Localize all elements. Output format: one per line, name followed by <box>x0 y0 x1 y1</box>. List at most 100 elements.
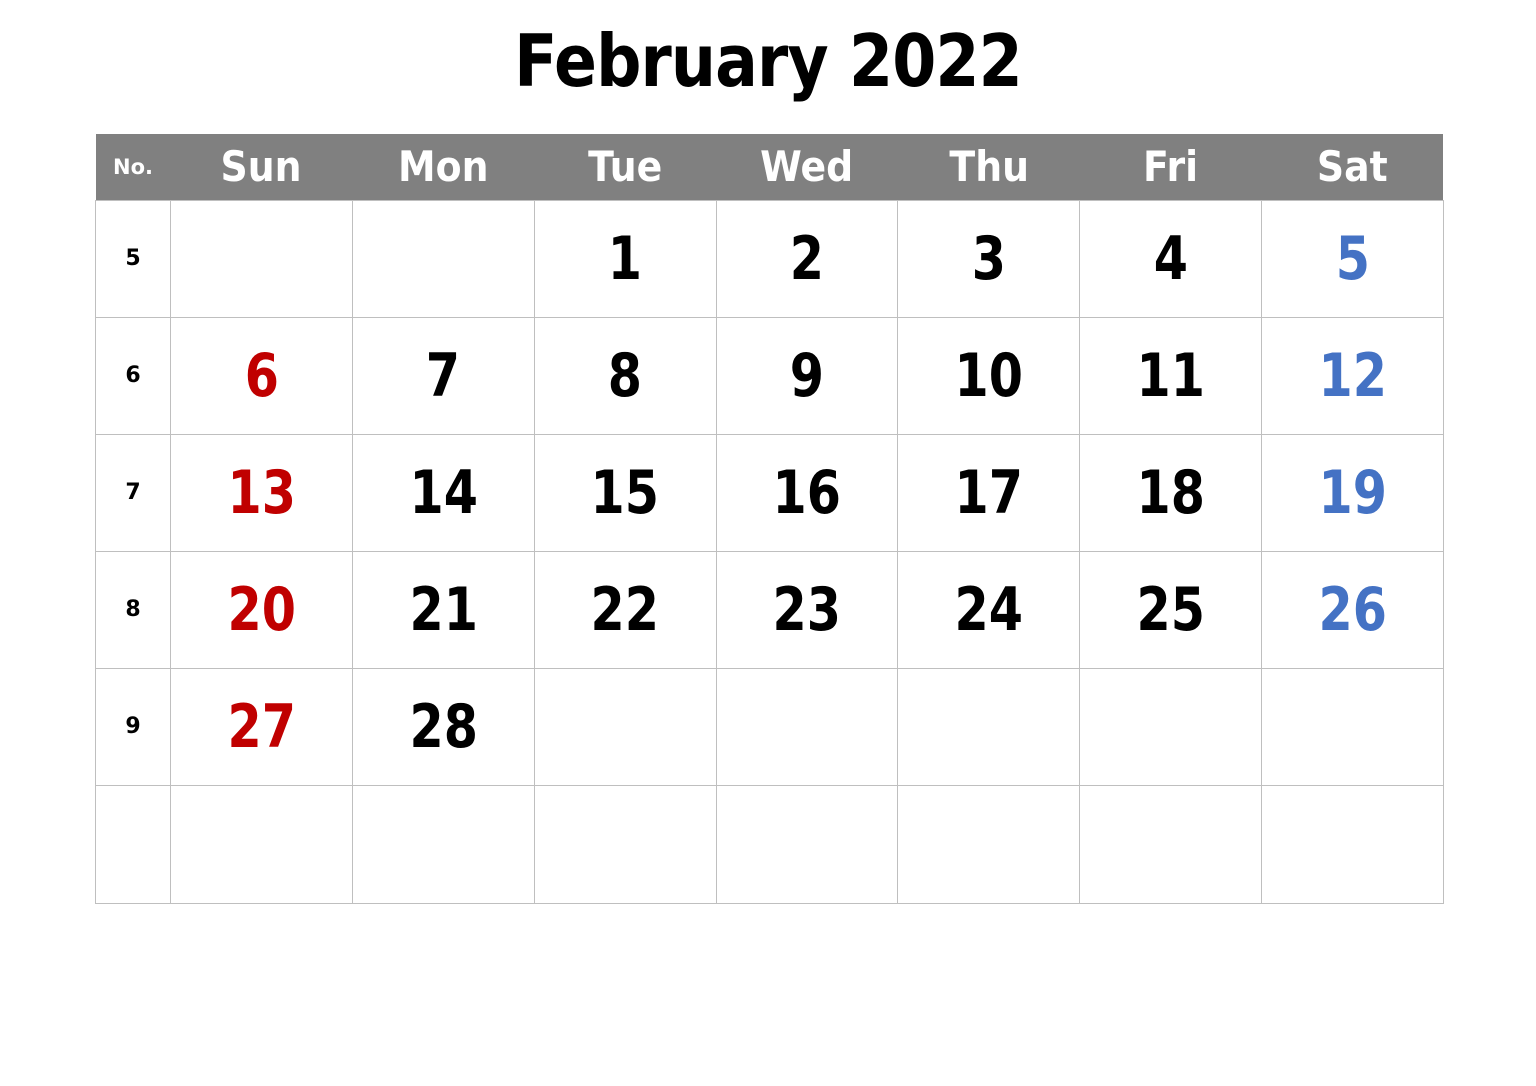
weekday-label-thu: Thu <box>948 142 1029 191</box>
date-cell[interactable]: 5 <box>1261 200 1444 318</box>
date-number: 10 <box>954 341 1024 411</box>
calendar-week-row <box>95 785 1444 904</box>
weekday-header-mon: Mon <box>352 134 535 201</box>
date-cell[interactable]: 8 <box>533 317 717 435</box>
weekday-header-thu: Thu <box>897 134 1080 201</box>
date-cell[interactable]: 22 <box>533 551 717 669</box>
date-cell[interactable]: 17 <box>897 434 1081 552</box>
date-cell[interactable] <box>1261 668 1444 786</box>
date-cell[interactable]: 21 <box>351 551 535 669</box>
calendar-page: February 2022 No. Sun Mon Tue Wed Thu Fr… <box>0 0 1536 1086</box>
date-cell[interactable] <box>170 200 353 318</box>
date-cell[interactable]: 25 <box>1079 551 1263 669</box>
date-cell[interactable]: 13 <box>170 434 353 552</box>
calendar-body: 5 1 2 3 4 5 6 6 7 8 9 10 11 12 7 13 14 1… <box>95 200 1444 904</box>
date-cell[interactable]: 19 <box>1261 434 1444 552</box>
calendar-week-row: 6 6 7 8 9 10 11 12 <box>95 317 1444 435</box>
date-cell[interactable]: 3 <box>897 200 1081 318</box>
calendar-table-container: No. Sun Mon Tue Wed Thu Fri Sat 5 1 2 3 … <box>95 134 1444 904</box>
date-cell[interactable] <box>533 668 717 786</box>
date-cell[interactable]: 12 <box>1261 317 1444 435</box>
date-number: 27 <box>227 692 296 762</box>
date-number: 9 <box>789 341 825 411</box>
week-number-cell <box>95 785 171 904</box>
calendar-table: No. Sun Mon Tue Wed Thu Fri Sat 5 1 2 3 … <box>95 134 1444 904</box>
date-cell[interactable]: 16 <box>715 434 899 552</box>
date-number: 5 <box>1335 224 1370 294</box>
week-number-cell: 9 <box>95 668 171 786</box>
date-cell[interactable] <box>351 785 535 904</box>
date-cell[interactable]: 4 <box>1079 200 1263 318</box>
date-cell[interactable]: 23 <box>715 551 899 669</box>
date-cell[interactable]: 28 <box>351 668 535 786</box>
date-number: 17 <box>954 458 1024 528</box>
date-cell[interactable]: 10 <box>897 317 1081 435</box>
date-cell[interactable]: 11 <box>1079 317 1263 435</box>
date-cell[interactable] <box>715 785 899 904</box>
date-number: 25 <box>1136 575 1205 645</box>
date-number: 19 <box>1318 458 1387 528</box>
date-number: 23 <box>772 575 842 645</box>
date-number: 15 <box>590 458 660 528</box>
weekday-label-fri: Fri <box>1143 142 1199 191</box>
date-cell[interactable]: 9 <box>715 317 899 435</box>
weekday-label-sat: Sat <box>1317 142 1388 191</box>
date-number: 24 <box>954 575 1024 645</box>
weekday-label-mon: Mon <box>398 142 489 191</box>
date-number: 12 <box>1318 341 1387 411</box>
date-cell[interactable] <box>1261 785 1444 904</box>
weekday-label-sun: Sun <box>220 142 302 191</box>
date-cell[interactable]: 15 <box>533 434 717 552</box>
date-cell[interactable]: 6 <box>170 317 353 435</box>
weekday-label-wed: Wed <box>760 142 854 191</box>
calendar-week-row: 9 27 28 <box>95 668 1444 786</box>
date-number: 11 <box>1136 341 1205 411</box>
date-number: 1 <box>607 224 643 294</box>
calendar-week-row: 7 13 14 15 16 17 18 19 <box>95 434 1444 552</box>
date-number: 20 <box>227 575 296 645</box>
calendar-week-row: 8 20 21 22 23 24 25 26 <box>95 551 1444 669</box>
weekday-header-wed: Wed <box>716 134 898 201</box>
weekday-header-sun: Sun <box>170 134 353 201</box>
week-number-header: No. <box>95 134 171 201</box>
date-number: 6 <box>244 341 279 411</box>
date-cell[interactable]: 18 <box>1079 434 1263 552</box>
date-cell[interactable]: 1 <box>533 200 717 318</box>
date-number: 26 <box>1318 575 1387 645</box>
weekday-header-sat: Sat <box>1261 134 1444 201</box>
date-number: 21 <box>409 575 478 645</box>
date-cell[interactable]: 24 <box>897 551 1081 669</box>
date-number: 16 <box>772 458 842 528</box>
date-number: 7 <box>426 341 461 411</box>
week-number-cell: 7 <box>95 434 171 552</box>
date-cell[interactable] <box>351 200 535 318</box>
date-cell[interactable] <box>1079 668 1263 786</box>
weekday-header-fri: Fri <box>1079 134 1262 201</box>
date-number: 14 <box>409 458 478 528</box>
date-cell[interactable] <box>533 785 717 904</box>
weekday-label-tue: Tue <box>588 142 663 191</box>
date-cell[interactable] <box>715 668 899 786</box>
date-cell[interactable] <box>897 785 1081 904</box>
date-cell[interactable]: 20 <box>170 551 353 669</box>
weekday-header-row: No. Sun Mon Tue Wed Thu Fri Sat <box>95 134 1444 201</box>
calendar-header: No. Sun Mon Tue Wed Thu Fri Sat <box>95 134 1444 201</box>
date-number: 8 <box>607 341 643 411</box>
date-cell[interactable]: 2 <box>715 200 899 318</box>
date-cell[interactable] <box>170 785 353 904</box>
date-cell[interactable] <box>1079 785 1263 904</box>
calendar-week-row: 5 1 2 3 4 5 <box>95 200 1444 318</box>
date-number: 18 <box>1136 458 1205 528</box>
date-number: 13 <box>227 458 296 528</box>
page-title: February 2022 <box>514 19 1023 103</box>
date-cell[interactable]: 26 <box>1261 551 1444 669</box>
date-cell[interactable] <box>897 668 1081 786</box>
date-cell[interactable]: 27 <box>170 668 353 786</box>
date-number: 4 <box>1153 224 1188 294</box>
date-number: 3 <box>971 224 1006 294</box>
date-cell[interactable]: 14 <box>351 434 535 552</box>
date-number: 2 <box>789 224 825 294</box>
date-cell[interactable]: 7 <box>351 317 535 435</box>
week-number-cell: 6 <box>95 317 171 435</box>
week-number-cell: 5 <box>95 200 171 318</box>
